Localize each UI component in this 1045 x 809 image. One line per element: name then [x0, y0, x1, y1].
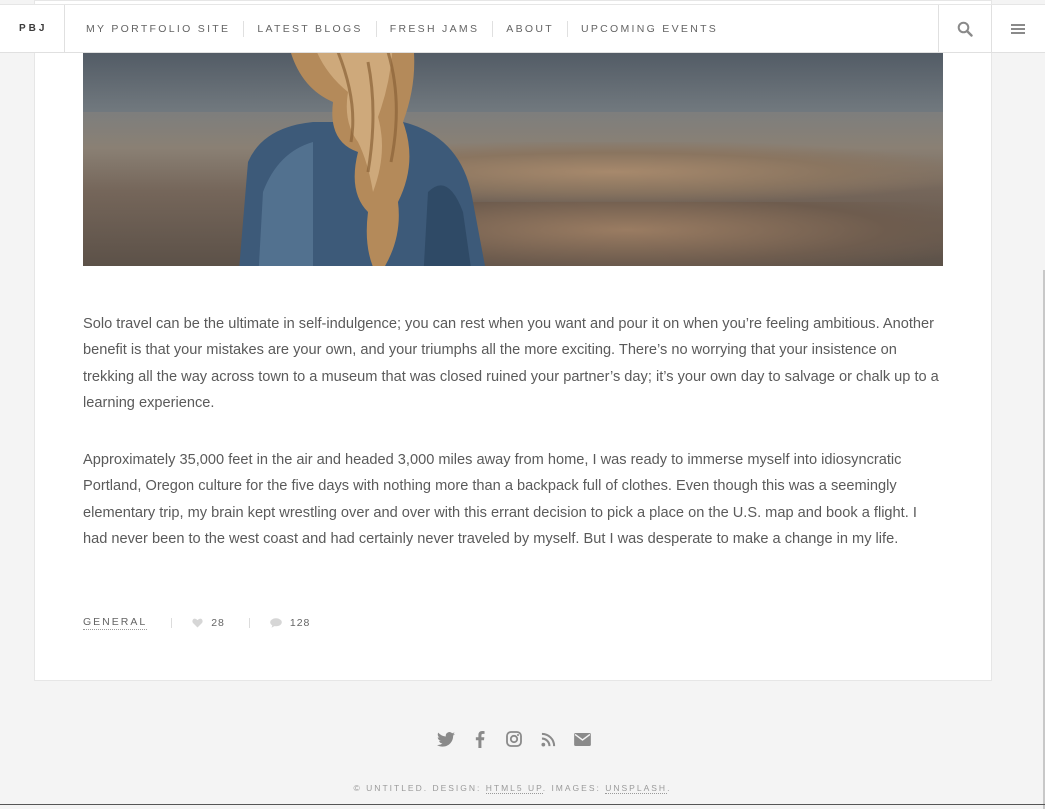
images-label: . IMAGES:	[542, 783, 606, 793]
meta-divider	[248, 618, 250, 628]
post-paragraph-1: Solo travel can be the ultimate in self-…	[83, 316, 939, 411]
nav-item-fresh-jams[interactable]: FRESH JAMS	[375, 20, 493, 37]
nav-item-upcoming-events[interactable]: UPCOMING EVENTS	[566, 20, 731, 37]
unsplash-link[interactable]: UNSPLASH	[605, 783, 668, 794]
instagram-icon[interactable]	[504, 729, 524, 749]
html5up-link[interactable]: HTML5 UP	[485, 783, 543, 794]
rss-icon[interactable]	[538, 729, 558, 749]
post-paragraph-2: Approximately 35,000 feet in the air and…	[83, 452, 917, 547]
comments-link[interactable]: 128	[270, 617, 311, 629]
category-link[interactable]: GENERAL	[83, 616, 148, 630]
search-button[interactable]	[938, 5, 991, 53]
nav-item-latest-blogs[interactable]: LATEST BLOGS	[243, 20, 375, 37]
heart-icon	[192, 618, 203, 628]
social-icons	[436, 729, 592, 749]
footer-copyright: © UNTITLED. DESIGN: HTML5 UP. IMAGES: UN…	[0, 783, 1025, 794]
post-meta: GENERAL 28 128	[83, 615, 310, 631]
search-icon	[957, 21, 973, 37]
window-bottom-edge	[0, 804, 1045, 805]
footer-end: .	[667, 783, 672, 793]
site-logo[interactable]: PBJ	[0, 5, 65, 52]
likes-link[interactable]: 28	[192, 617, 225, 629]
nav-item-about[interactable]: ABOUT	[492, 20, 567, 37]
top-navigation-bar: PBJ MY PORTFOLIO SITE LATEST BLOGS FRESH…	[0, 4, 1045, 53]
likes-count: 28	[211, 617, 225, 629]
email-icon[interactable]	[572, 729, 592, 749]
facebook-icon[interactable]	[470, 729, 490, 749]
comments-count: 128	[289, 617, 311, 629]
meta-divider	[171, 618, 173, 628]
nav-item-portfolio[interactable]: MY PORTFOLIO SITE	[73, 21, 243, 37]
person-figure	[239, 52, 485, 266]
post-hero-image	[83, 52, 943, 266]
menu-button[interactable]	[991, 5, 1044, 53]
twitter-icon[interactable]	[436, 729, 456, 749]
copyright-text: © UNTITLED. DESIGN:	[353, 783, 486, 793]
main-nav: MY PORTFOLIO SITE LATEST BLOGS FRESH JAM…	[65, 5, 731, 52]
hamburger-menu-icon	[1011, 24, 1025, 34]
comment-bubble-icon	[270, 618, 282, 628]
